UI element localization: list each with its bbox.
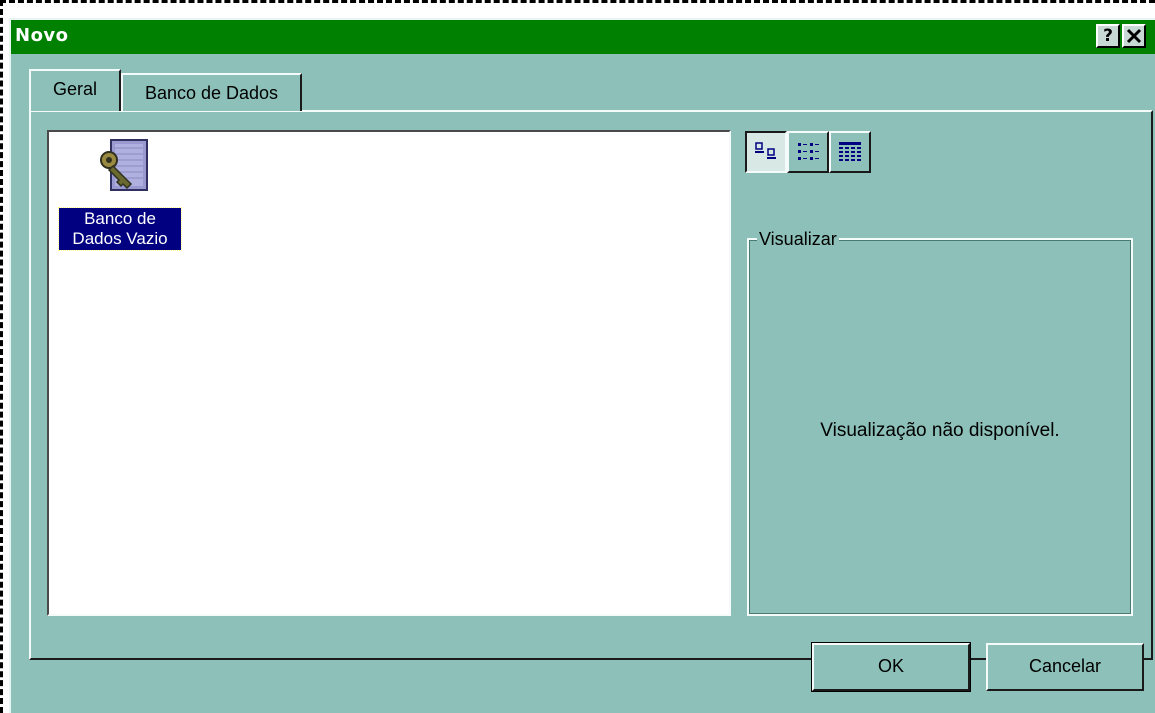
large-icons-view-button[interactable] [745, 131, 787, 173]
list-item-label: Banco de Dados Vazio [58, 207, 182, 251]
details-view-icon [839, 142, 861, 161]
details-view-button[interactable] [829, 131, 871, 173]
ok-button[interactable]: OK [811, 642, 971, 692]
cancel-button[interactable]: Cancelar [986, 643, 1144, 691]
template-list[interactable]: Banco de Dados Vazio [47, 130, 731, 616]
list-view-button[interactable] [787, 131, 829, 173]
blank-database-icon [100, 139, 148, 191]
dialog-title: Novo [15, 25, 69, 46]
list-item-blank-database[interactable]: Banco de Dados Vazio [58, 138, 189, 268]
list-view-icon [798, 143, 819, 160]
close-icon [1126, 28, 1142, 44]
preview-message: Visualização não disponível. [820, 420, 1060, 441]
title-bar[interactable]: Novo ? [11, 20, 1155, 54]
tab-banco-label: Banco de Dados [144, 83, 279, 103]
help-button[interactable]: ? [1096, 24, 1120, 48]
preview-group-label: Visualizar [757, 229, 839, 250]
tab-banco-de-dados[interactable]: Banco de Dados [121, 73, 302, 111]
large-icons-view-icon [755, 142, 776, 159]
tab-geral-label: Geral [52, 79, 97, 99]
close-button[interactable] [1122, 24, 1146, 48]
tab-geral[interactable]: Geral [29, 69, 121, 111]
